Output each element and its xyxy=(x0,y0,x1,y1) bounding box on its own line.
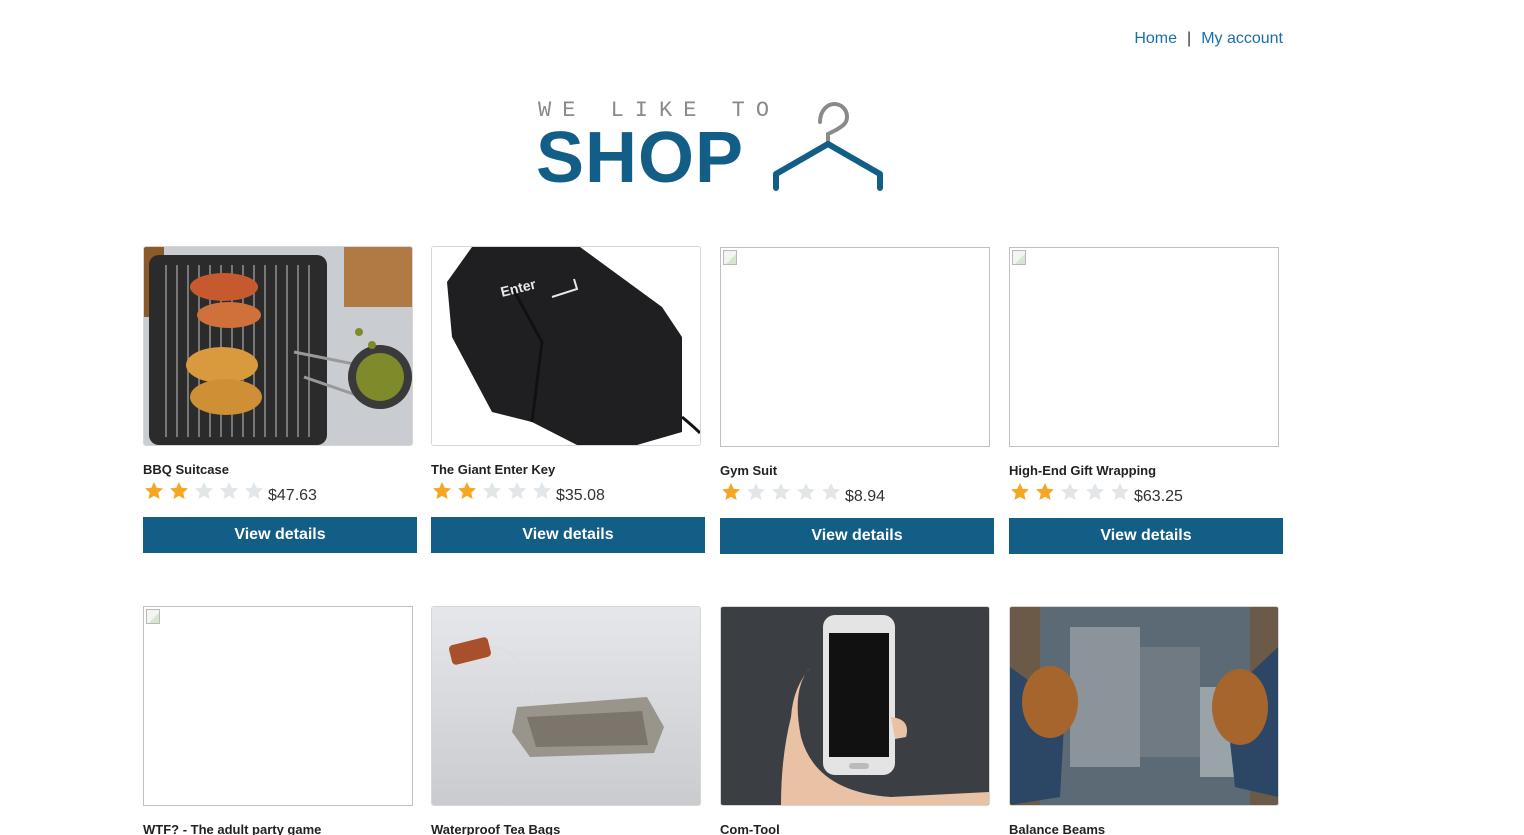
product-card: Balance Beams xyxy=(1009,606,1283,835)
product-image[interactable] xyxy=(720,247,990,447)
star-filled-icon xyxy=(143,480,165,507)
star-empty-icon xyxy=(745,481,767,508)
logo-word: SHOP xyxy=(536,118,745,198)
star-empty-icon xyxy=(770,481,792,508)
product-image[interactable] xyxy=(720,606,990,806)
star-empty-icon xyxy=(795,481,817,508)
product-price: $8.94 xyxy=(845,488,886,505)
product-card: Com-Tool xyxy=(720,606,994,835)
star-filled-icon xyxy=(720,481,742,508)
product-image[interactable] xyxy=(1009,247,1279,447)
view-details-button[interactable]: View details xyxy=(1009,518,1283,554)
nav-separator: | xyxy=(1187,30,1192,47)
product-name: High-End Gift Wrapping xyxy=(1009,463,1157,478)
star-rating xyxy=(1009,481,1131,508)
product-rating-row: $63.25 xyxy=(1009,481,1283,507)
star-empty-icon xyxy=(193,480,215,507)
product-card: Waterproof Tea Bags xyxy=(431,606,705,835)
shop-page: Home | My account WE LIKE TO SHOP BBQ Su… xyxy=(0,0,1524,835)
view-details-button[interactable]: View details xyxy=(431,517,705,553)
nav-my-account-link[interactable]: My account xyxy=(1201,30,1283,48)
broken-image-icon xyxy=(723,250,737,265)
hanger-icon xyxy=(773,101,883,191)
star-rating xyxy=(720,481,842,508)
product-price: $47.63 xyxy=(268,487,317,504)
star-empty-icon xyxy=(218,480,240,507)
product-name: BBQ Suitcase xyxy=(143,462,229,477)
star-empty-icon xyxy=(531,480,553,507)
star-empty-icon xyxy=(481,480,503,507)
star-filled-icon xyxy=(1009,481,1031,508)
product-image[interactable] xyxy=(143,606,413,806)
product-name: The Giant Enter Key xyxy=(431,462,556,477)
star-filled-icon xyxy=(1034,481,1056,508)
product-image[interactable] xyxy=(431,606,701,806)
star-filled-icon xyxy=(431,480,453,507)
product-name: Balance Beams xyxy=(1009,822,1106,835)
product-card: Enter The Giant Enter Key $35.08 View detai… xyxy=(431,246,705,553)
product-price: $35.08 xyxy=(556,487,605,504)
product-name: WTF? - The adult party game xyxy=(143,822,322,835)
nav-home-link[interactable]: Home xyxy=(1134,30,1177,48)
product-card: Gym Suit $8.94 View details xyxy=(720,247,994,554)
shop-logo[interactable]: WE LIKE TO SHOP xyxy=(536,98,896,198)
view-details-button[interactable]: View details xyxy=(720,518,994,554)
product-name: Waterproof Tea Bags xyxy=(431,822,561,835)
product-rating-row: $47.63 xyxy=(143,480,417,506)
star-empty-icon xyxy=(1109,481,1131,508)
product-rating-row: $8.94 xyxy=(720,481,994,507)
product-image[interactable] xyxy=(143,246,413,446)
star-rating xyxy=(431,480,553,507)
star-empty-icon xyxy=(506,480,528,507)
star-empty-icon xyxy=(243,480,265,507)
broken-image-icon xyxy=(146,609,160,624)
broken-image-icon xyxy=(1012,250,1026,265)
product-card: WTF? - The adult party game xyxy=(143,606,417,835)
product-name: Gym Suit xyxy=(720,463,778,478)
star-filled-icon xyxy=(456,480,478,507)
star-rating xyxy=(143,480,265,507)
star-filled-icon xyxy=(168,480,190,507)
product-price: $63.25 xyxy=(1134,488,1183,505)
star-empty-icon xyxy=(820,481,842,508)
top-nav: Home | My account xyxy=(1134,30,1283,48)
product-image[interactable] xyxy=(1009,606,1279,806)
product-rating-row: $35.08 xyxy=(431,480,705,506)
star-empty-icon xyxy=(1059,481,1081,508)
view-details-button[interactable]: View details xyxy=(143,517,417,553)
product-card: High-End Gift Wrapping $63.25 View details xyxy=(1009,247,1283,554)
product-name: Com-Tool xyxy=(720,822,780,835)
product-card: BBQ Suitcase $47.63 View details xyxy=(143,246,417,553)
star-empty-icon xyxy=(1084,481,1106,508)
product-image[interactable]: Enter xyxy=(431,246,701,446)
